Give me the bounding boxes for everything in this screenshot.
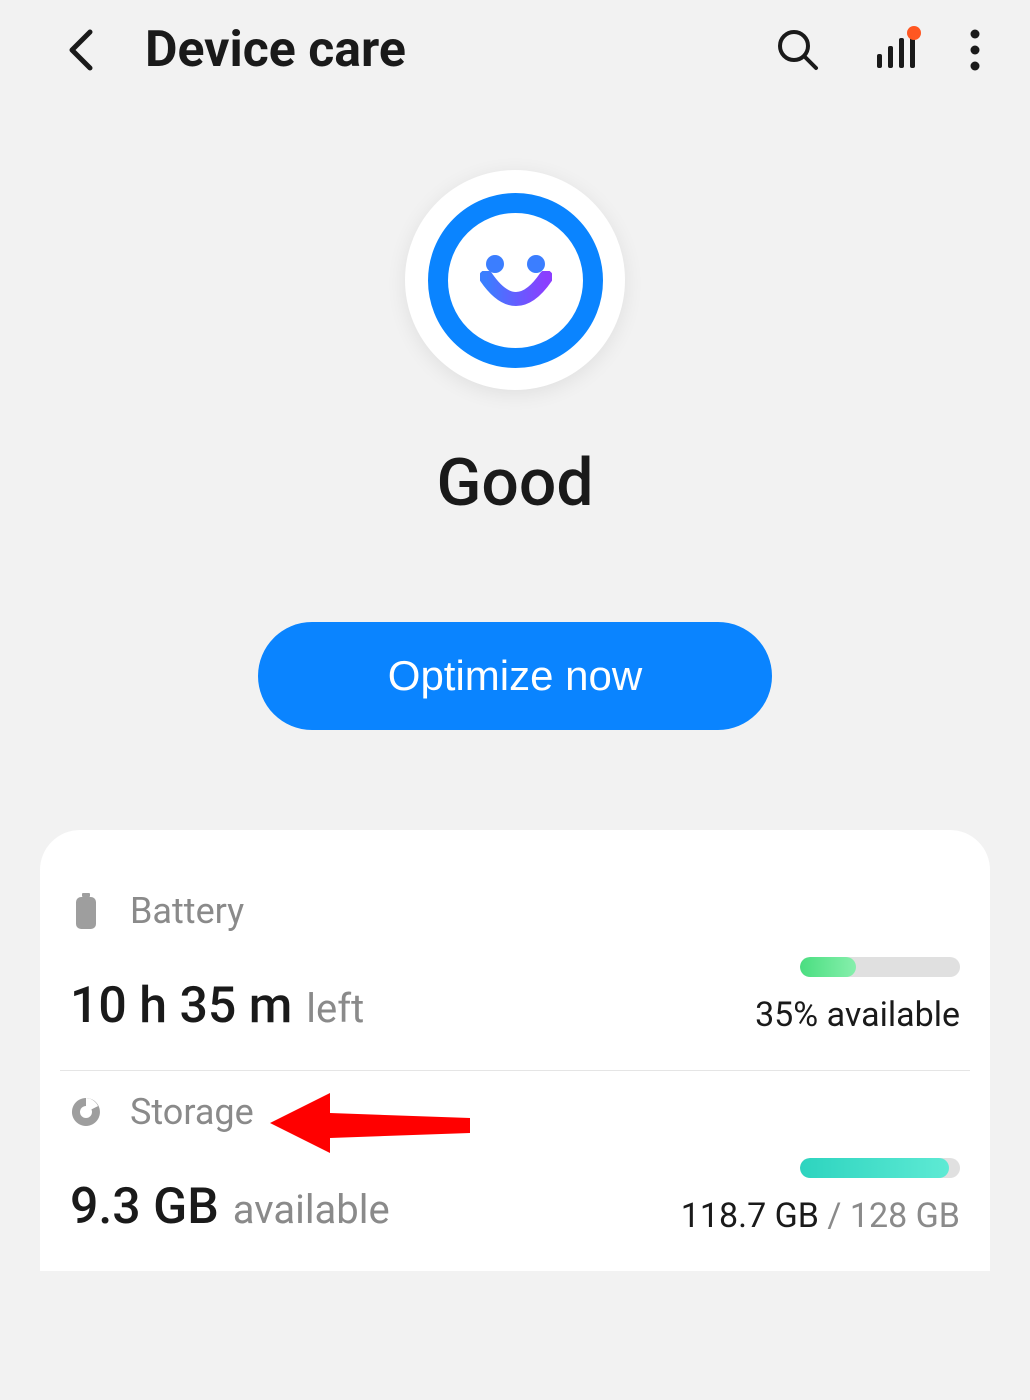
search-button[interactable] <box>776 28 820 72</box>
battery-card[interactable]: Battery 10 h 35 m left 35% available <box>60 870 970 1071</box>
smiley-face-icon <box>428 193 603 368</box>
storage-total-value: 128 GB <box>850 1196 960 1236</box>
storage-available-suffix: available <box>233 1186 390 1233</box>
battery-icon <box>70 895 102 927</box>
status-indicator <box>405 170 625 390</box>
storage-usage: 118.7 GB / 128 GB <box>681 1196 960 1236</box>
battery-time-value: 10 h 35 m <box>70 977 292 1035</box>
status-section: Good Optimize now <box>0 100 1030 730</box>
chevron-left-icon <box>66 28 94 72</box>
battery-time-suffix: left <box>306 985 364 1032</box>
back-button[interactable] <box>60 30 100 70</box>
app-header: Device care <box>0 0 1030 100</box>
battery-availability: 35% available <box>755 995 960 1035</box>
storage-icon <box>70 1096 102 1128</box>
page-title: Device care <box>145 21 776 79</box>
battery-progress-fill <box>800 957 856 977</box>
signal-button[interactable] <box>875 30 915 70</box>
battery-time-remaining: 10 h 35 m left <box>70 977 364 1035</box>
storage-progress-fill <box>800 1158 949 1178</box>
notification-dot-icon <box>907 26 921 40</box>
metrics-panel: Battery 10 h 35 m left 35% available <box>40 830 990 1271</box>
search-icon <box>776 28 820 72</box>
storage-available: 9.3 GB available <box>70 1178 390 1236</box>
storage-progress-bar <box>800 1158 960 1178</box>
storage-separator: / <box>819 1196 850 1236</box>
storage-used-value: 118.7 GB <box>681 1196 819 1236</box>
optimize-button[interactable]: Optimize now <box>258 622 772 730</box>
battery-progress-bar <box>800 957 960 977</box>
storage-card[interactable]: Storage 9.3 GB available 118.7 GB / 128 … <box>60 1071 970 1271</box>
more-vertical-icon <box>970 28 980 72</box>
more-options-button[interactable] <box>970 28 980 72</box>
storage-label: Storage <box>130 1091 254 1133</box>
status-label: Good <box>436 445 593 522</box>
storage-available-value: 9.3 GB <box>70 1178 219 1236</box>
header-actions <box>776 28 980 72</box>
battery-label: Battery <box>130 890 244 932</box>
